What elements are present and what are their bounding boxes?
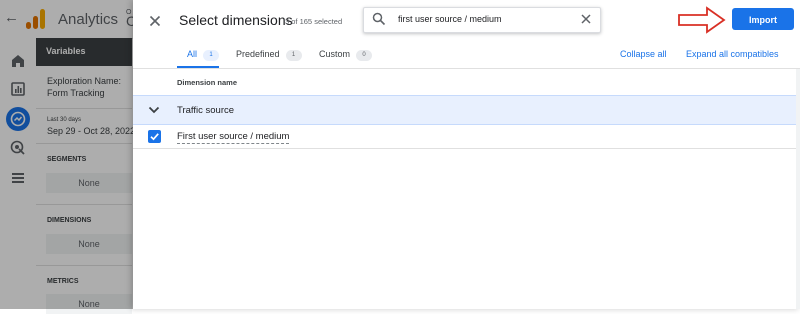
dimension-row[interactable]: First user source / medium — [133, 125, 796, 149]
tab-count-badge: 0 — [356, 50, 373, 61]
collapse-all-link[interactable]: Collapse all — [620, 49, 667, 59]
column-header-dimension-name: Dimension name — [177, 78, 238, 87]
close-icon[interactable] — [145, 11, 165, 31]
search-icon — [372, 12, 386, 26]
search-box[interactable] — [363, 7, 601, 33]
checkmark-icon — [150, 133, 159, 141]
chevron-down-icon[interactable] — [148, 105, 160, 115]
clear-search-icon[interactable] — [580, 13, 592, 25]
tab-count-badge: 1 — [285, 50, 302, 61]
dialog-title: Select dimensions — [179, 12, 293, 28]
annotation-arrow-icon — [678, 6, 726, 34]
group-label: Traffic source — [177, 105, 235, 116]
selected-count: 3 of 165 selected — [285, 17, 343, 26]
tab-label: All — [187, 49, 198, 59]
select-dimensions-dialog: Select dimensions 3 of 165 selected Impo… — [133, 0, 800, 309]
tab-label: Predefined — [236, 49, 280, 59]
tab-label: Custom — [319, 49, 351, 59]
expand-all-compatibles-link[interactable]: Expand all compatibles — [686, 49, 779, 59]
dimension-checkbox[interactable] — [148, 130, 161, 143]
tab-custom[interactable]: Custom 0 — [319, 49, 373, 61]
dimension-label: First user source / medium — [177, 131, 290, 144]
tab-count-badge: 1 — [203, 50, 220, 61]
scrollbar[interactable] — [796, 69, 800, 309]
import-button[interactable]: Import — [732, 8, 794, 30]
tab-all[interactable]: All 1 — [187, 49, 220, 61]
tab-predefined[interactable]: Predefined 1 — [236, 49, 302, 61]
divider — [133, 68, 800, 69]
dimension-group-row[interactable]: Traffic source — [133, 95, 796, 125]
search-input[interactable] — [398, 11, 568, 27]
